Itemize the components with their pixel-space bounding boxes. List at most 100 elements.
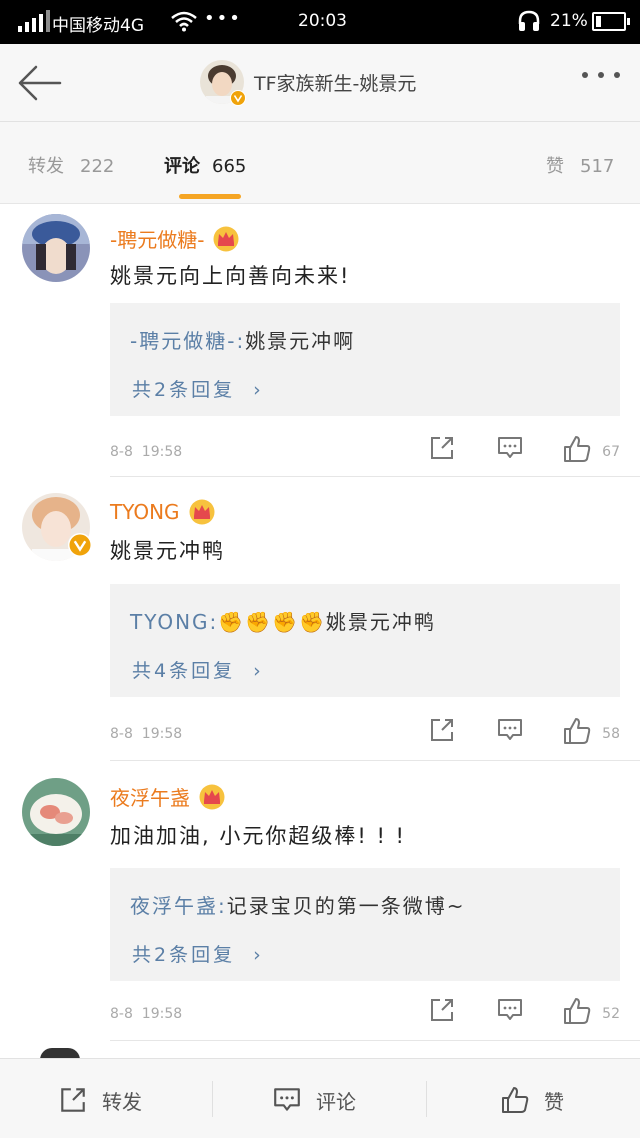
tab-likes[interactable]: 赞 517 (546, 152, 614, 178)
tab-count: 665 (212, 156, 247, 177)
share-icon[interactable] (428, 996, 456, 1024)
repost-icon (61, 1088, 85, 1112)
comment-username[interactable]: 夜浮午盏 (110, 782, 190, 811)
reply-separator: : (218, 894, 227, 918)
more-options-icon[interactable] (582, 72, 620, 78)
divider (212, 1081, 213, 1117)
signal-icon (18, 10, 50, 32)
tab-label: 转发 (28, 156, 64, 177)
tab-reposts[interactable]: 转发 222 (28, 152, 114, 178)
comment-meta: 8-8 19:58 58 (110, 716, 620, 756)
divider (110, 760, 640, 761)
reply-line: TYONG:✊✊✊✊姚景元冲鸭 (130, 606, 436, 635)
reply-line: -聘元做糖-:姚景元冲啊 (130, 325, 355, 354)
reply-separator: : (209, 610, 219, 634)
view-replies-link[interactable]: 共2条回复 › (132, 940, 264, 967)
status-more-dots: ••• (204, 8, 242, 29)
header-avatar (200, 60, 246, 106)
like-count: 52 (602, 1006, 620, 1022)
reply-username[interactable]: TYONG (130, 610, 210, 634)
comment-time: 19:58 (141, 1006, 183, 1022)
back-arrow-icon[interactable] (16, 64, 62, 102)
like-thumb-icon[interactable] (562, 996, 592, 1026)
chevron-right-icon: › (253, 379, 264, 401)
bottom-action-bar: 转发 评论 赞 (0, 1058, 640, 1138)
comment-date: 8-8 19:58 (110, 1006, 182, 1022)
comment-text: 姚景元向上向善向未来! (110, 264, 351, 288)
wifi-icon (171, 11, 197, 32)
comment-button[interactable]: 评论 (272, 1085, 356, 1115)
active-tab-indicator (179, 194, 241, 199)
like-button[interactable]: 赞 (500, 1085, 564, 1115)
crown-icon (199, 784, 225, 809)
reply-text: ✊✊✊✊姚景元冲鸭 (218, 610, 436, 634)
comment-time: 19:58 (141, 444, 183, 460)
crown-icon (213, 226, 239, 251)
status-bar: 中国移动4G ••• 20:03 21% (0, 0, 640, 44)
reply-icon[interactable] (496, 996, 524, 1024)
comment-label: 评论 (316, 1089, 356, 1114)
reply-icon[interactable] (496, 434, 524, 462)
reply-preview[interactable]: 夜浮午盏:记录宝贝的第一条微博~ 共2条回复 › (110, 868, 620, 981)
reply-icon[interactable] (496, 716, 524, 744)
tab-label: 赞 (546, 156, 564, 177)
header-title-group[interactable]: TF家族新生-姚景元 (200, 60, 417, 106)
crown-icon (189, 499, 215, 525)
chevron-right-icon: › (253, 660, 264, 682)
share-icon[interactable] (428, 434, 456, 462)
share-icon[interactable] (428, 716, 456, 744)
battery-icon (592, 12, 630, 31)
repost-label: 转发 (102, 1089, 142, 1114)
reply-line: 夜浮午盏:记录宝贝的第一条微博~ (130, 890, 466, 919)
divider (110, 476, 640, 477)
comment-day: 8-8 (110, 444, 133, 460)
comment-date: 8-8 19:58 (110, 444, 182, 460)
battery-percent: 21% (550, 11, 588, 31)
comment-time: 19:58 (141, 726, 183, 742)
comment-date: 8-8 19:58 (110, 726, 182, 742)
view-replies-link[interactable]: 共4条回复 › (132, 656, 264, 683)
divider (110, 1040, 640, 1041)
page-title: TF家族新生-姚景元 (254, 72, 417, 95)
repost-button[interactable]: 转发 (58, 1085, 142, 1115)
view-replies-link[interactable]: 共2条回复 › (132, 375, 264, 402)
verified-badge-icon (68, 533, 92, 557)
verified-badge-icon (230, 90, 246, 106)
like-label: 赞 (544, 1089, 564, 1114)
comment-username[interactable]: TYONG (110, 500, 180, 524)
comment-meta: 8-8 19:58 67 (110, 434, 620, 474)
comment-day: 8-8 (110, 1006, 133, 1022)
like-count: 58 (602, 726, 620, 742)
reply-text: 记录宝贝的第一条微博~ (226, 894, 466, 918)
avatar[interactable] (22, 493, 92, 561)
tab-label: 评论 (164, 156, 200, 177)
avatar[interactable] (22, 214, 90, 282)
divider (426, 1081, 427, 1117)
reply-separator: : (236, 329, 246, 353)
headphones-icon (518, 10, 540, 31)
view-replies-label: 共2条回复 (132, 944, 236, 966)
comment-icon (274, 1088, 300, 1111)
comment-text: 姚景元冲鸭 (110, 539, 225, 563)
avatar[interactable] (22, 778, 90, 846)
view-replies-label: 共4条回复 (132, 660, 236, 682)
tab-count: 517 (580, 156, 615, 177)
reply-preview[interactable]: TYONG:✊✊✊✊姚景元冲鸭 共4条回复 › (110, 584, 620, 697)
like-thumb-icon[interactable] (562, 716, 592, 746)
like-thumb-icon (502, 1087, 529, 1113)
reply-preview[interactable]: -聘元做糖-:姚景元冲啊 共2条回复 › (110, 303, 620, 416)
reply-username[interactable]: 夜浮午盏 (130, 894, 218, 918)
reply-username[interactable]: -聘元做糖- (130, 329, 236, 353)
tab-comments[interactable]: 评论 665 (164, 152, 246, 178)
comment-username[interactable]: -聘元做糖- (110, 224, 204, 253)
like-count: 67 (602, 444, 620, 460)
tab-bar: 转发 222 评论 665 赞 517 (0, 122, 640, 204)
comment-day: 8-8 (110, 726, 133, 742)
comment-text: 加油加油, 小元你超级棒! ! ! (110, 824, 406, 848)
chevron-right-icon: › (253, 944, 264, 966)
like-thumb-icon[interactable] (562, 434, 592, 464)
carrier-label: 中国移动4G (52, 16, 144, 36)
reply-text: 姚景元冲啊 (245, 329, 356, 353)
header: TF家族新生-姚景元 (0, 44, 640, 122)
tab-count: 222 (80, 156, 115, 177)
